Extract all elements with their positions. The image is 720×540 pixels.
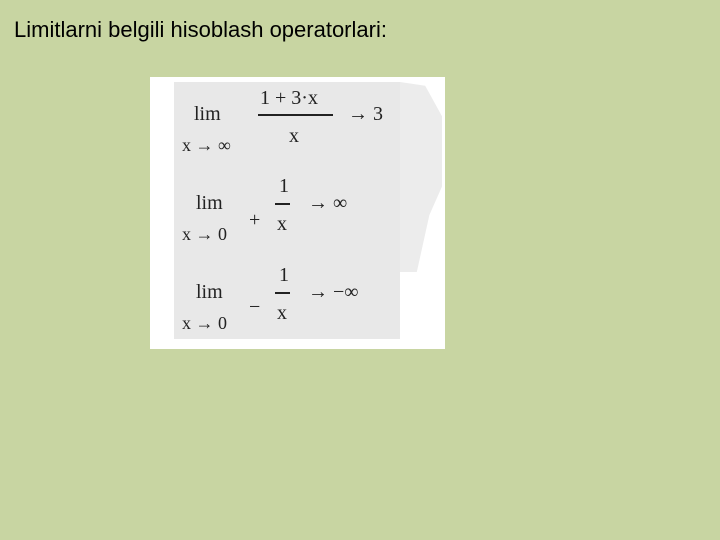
limit-sign: +: [249, 209, 261, 231]
result: → 3: [348, 103, 383, 125]
result: → ∞: [308, 192, 348, 214]
result: → −∞: [308, 281, 359, 303]
numerator: 1 + 3·x: [260, 87, 318, 109]
fraction-line: [275, 203, 290, 205]
limit-subscript: x → ∞: [182, 135, 231, 155]
slide-title: Limitlarni belgili hisoblash operatorlar…: [14, 17, 387, 42]
lim-label: lim: [194, 103, 221, 125]
denominator: x: [277, 302, 287, 324]
fraction-line: [275, 292, 290, 294]
numerator: 1: [279, 264, 289, 286]
limit-sign: −: [249, 296, 261, 318]
denominator: x: [277, 213, 287, 235]
fraction-line: [258, 114, 333, 116]
limit-subscript: x → 0: [182, 313, 227, 333]
limit-subscript: x → 0: [182, 224, 227, 244]
denominator: x: [289, 125, 299, 147]
lim-label: lim: [196, 281, 223, 303]
lim-label: lim: [196, 192, 223, 214]
numerator: 1: [279, 175, 289, 197]
